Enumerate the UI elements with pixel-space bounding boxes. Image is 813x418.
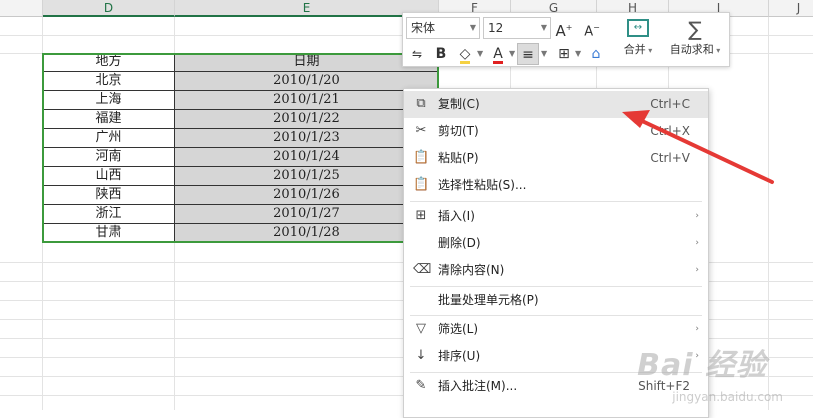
clear-format-icon[interactable]: ⌂ <box>585 43 607 65</box>
menu-item-clear[interactable]: ⌫ 清除内容(N) › <box>404 257 708 284</box>
format-painter-icon[interactable]: ⇋ <box>406 43 428 65</box>
paste-icon: 📋 <box>413 150 430 165</box>
table-cell-place[interactable]: 河南 <box>43 148 175 167</box>
column-header-blank <box>0 0 43 17</box>
menu-item-label: 批量处理单元格(P) <box>438 293 539 307</box>
menu-separator <box>410 201 702 202</box>
watermark-logo: Bai 经验 <box>637 348 767 383</box>
menu-item-label: 剪切(T) <box>438 124 479 138</box>
menu-item-label: 插入批注(M)... <box>438 379 518 393</box>
increase-font-icon[interactable]: A+ <box>553 17 575 40</box>
table-cell-date[interactable]: 2010/1/27 <box>175 205 439 224</box>
sigma-icon: ∑ <box>688 17 702 41</box>
menu-item-label: 复制(C) <box>438 97 480 111</box>
chevron-down-icon: ▼ <box>540 23 547 32</box>
menu-item-shortcut: Ctrl+X <box>650 124 690 138</box>
menu-item-label: 排序(U) <box>438 349 481 363</box>
chevron-down-icon: ▼ <box>469 23 476 32</box>
menu-item-batch[interactable]: 批量处理单元格(P) <box>404 287 708 314</box>
chevron-right-icon: › <box>695 324 699 334</box>
header-cell-date[interactable]: 日期 <box>175 53 439 72</box>
cut-icon: ✂ <box>415 123 427 138</box>
table-cell-place[interactable]: 福建 <box>43 110 175 129</box>
menu-item-label: 删除(D) <box>438 236 481 250</box>
table-cell-place[interactable]: 北京 <box>43 72 175 91</box>
insert-icon: ⊞ <box>415 208 427 223</box>
font-color-icon[interactable]: A <box>487 43 509 65</box>
menu-item-paste[interactable]: 📋 粘贴(P) Ctrl+V <box>404 145 708 172</box>
font-name-value: 宋体 <box>411 21 436 35</box>
grid-line <box>768 17 769 410</box>
header-cell-place[interactable]: 地方 <box>43 53 175 72</box>
table-cell-place[interactable]: 广州 <box>43 129 175 148</box>
borders-icon[interactable]: ⊞ <box>553 43 575 65</box>
autosum-button[interactable]: ∑ 自动求和 ▾ <box>663 17 727 65</box>
column-header-e[interactable]: E <box>175 0 439 17</box>
clear-icon: ⌫ <box>413 262 432 277</box>
menu-item-delete[interactable]: 删除(D) › <box>404 230 708 257</box>
copy-icon: ⧉ <box>416 96 426 111</box>
menu-item-label: 选择性粘贴(S)... <box>438 178 527 192</box>
menu-item-shortcut: Ctrl+V <box>650 151 690 165</box>
fill-color-icon[interactable]: ◇ <box>454 43 476 65</box>
merge-icon: ↔ <box>627 19 649 37</box>
menu-item-shortcut: Ctrl+C <box>650 97 690 111</box>
menu-item-label: 粘贴(P) <box>438 151 479 165</box>
table-cell-place[interactable]: 甘肃 <box>43 224 175 243</box>
font-size-value: 12 <box>488 21 504 35</box>
autosum-label: 自动求和 <box>669 43 714 56</box>
chevron-down-icon[interactable]: ▼ <box>541 49 547 58</box>
bold-icon[interactable]: B <box>430 43 452 65</box>
table-cell-place[interactable]: 陕西 <box>43 186 175 205</box>
table-cell-date[interactable]: 2010/1/24 <box>175 148 439 167</box>
menu-item-paste-special[interactable]: 📋 选择性粘贴(S)... <box>404 172 708 199</box>
merge-label: 合并 <box>623 43 646 56</box>
decrease-font-icon[interactable]: A− <box>581 17 603 39</box>
chevron-right-icon: › <box>695 238 699 248</box>
watermark-url: jingyan.baidu.com <box>672 390 783 404</box>
sort-icon: ↓ <box>415 348 427 363</box>
table-cell-date[interactable]: 2010/1/28 <box>175 224 439 243</box>
menu-item-insert[interactable]: ⊞ 插入(I) › <box>404 203 708 230</box>
menu-item-label: 清除内容(N) <box>438 263 505 277</box>
chevron-down-icon[interactable]: ▼ <box>509 49 515 58</box>
chevron-right-icon: › <box>695 211 699 221</box>
table-cell-date[interactable]: 2010/1/22 <box>175 110 439 129</box>
column-header-d[interactable]: D <box>43 0 175 17</box>
menu-item-filter[interactable]: ▽ 筛选(L) › <box>404 316 708 343</box>
menu-item-label: 插入(I) <box>438 209 475 223</box>
filter-icon: ▽ <box>416 321 426 336</box>
table-cell-date[interactable]: 2010/1/20 <box>175 72 439 91</box>
table-cell-place[interactable]: 山西 <box>43 167 175 186</box>
table-cell-place[interactable]: 浙江 <box>43 205 175 224</box>
font-name-select[interactable]: 宋体 ▼ <box>406 17 480 39</box>
mini-toolbar: 宋体 ▼ 12 ▼ A+ A− ⇋ B ◇ ▼ A ▼ ≡ ▼ ⊞ ▼ ⌂ ↔ … <box>402 12 730 67</box>
align-center-icon[interactable]: ≡ <box>517 43 539 65</box>
paste-special-icon: 📋 <box>413 177 430 192</box>
column-header-j[interactable]: J <box>769 0 813 17</box>
chevron-down-icon[interactable]: ▼ <box>477 49 483 58</box>
table-cell-date[interactable]: 2010/1/23 <box>175 129 439 148</box>
font-size-select[interactable]: 12 ▼ <box>483 17 551 39</box>
menu-item-label: 筛选(L) <box>438 322 479 336</box>
chevron-right-icon: › <box>695 265 699 275</box>
table-cell-date[interactable]: 2010/1/26 <box>175 186 439 205</box>
table-cell-date[interactable]: 2010/1/25 <box>175 167 439 186</box>
table-cell-date[interactable]: 2010/1/21 <box>175 91 439 110</box>
merge-button[interactable]: ↔ 合并 ▾ <box>616 17 660 65</box>
table-cell-place[interactable]: 上海 <box>43 91 175 110</box>
menu-item-cut[interactable]: ✂ 剪切(T) Ctrl+X <box>404 118 708 145</box>
comment-icon: ✎ <box>415 378 427 393</box>
chevron-down-icon[interactable]: ▼ <box>575 49 581 58</box>
menu-item-copy[interactable]: ⧉ 复制(C) Ctrl+C <box>404 91 708 118</box>
